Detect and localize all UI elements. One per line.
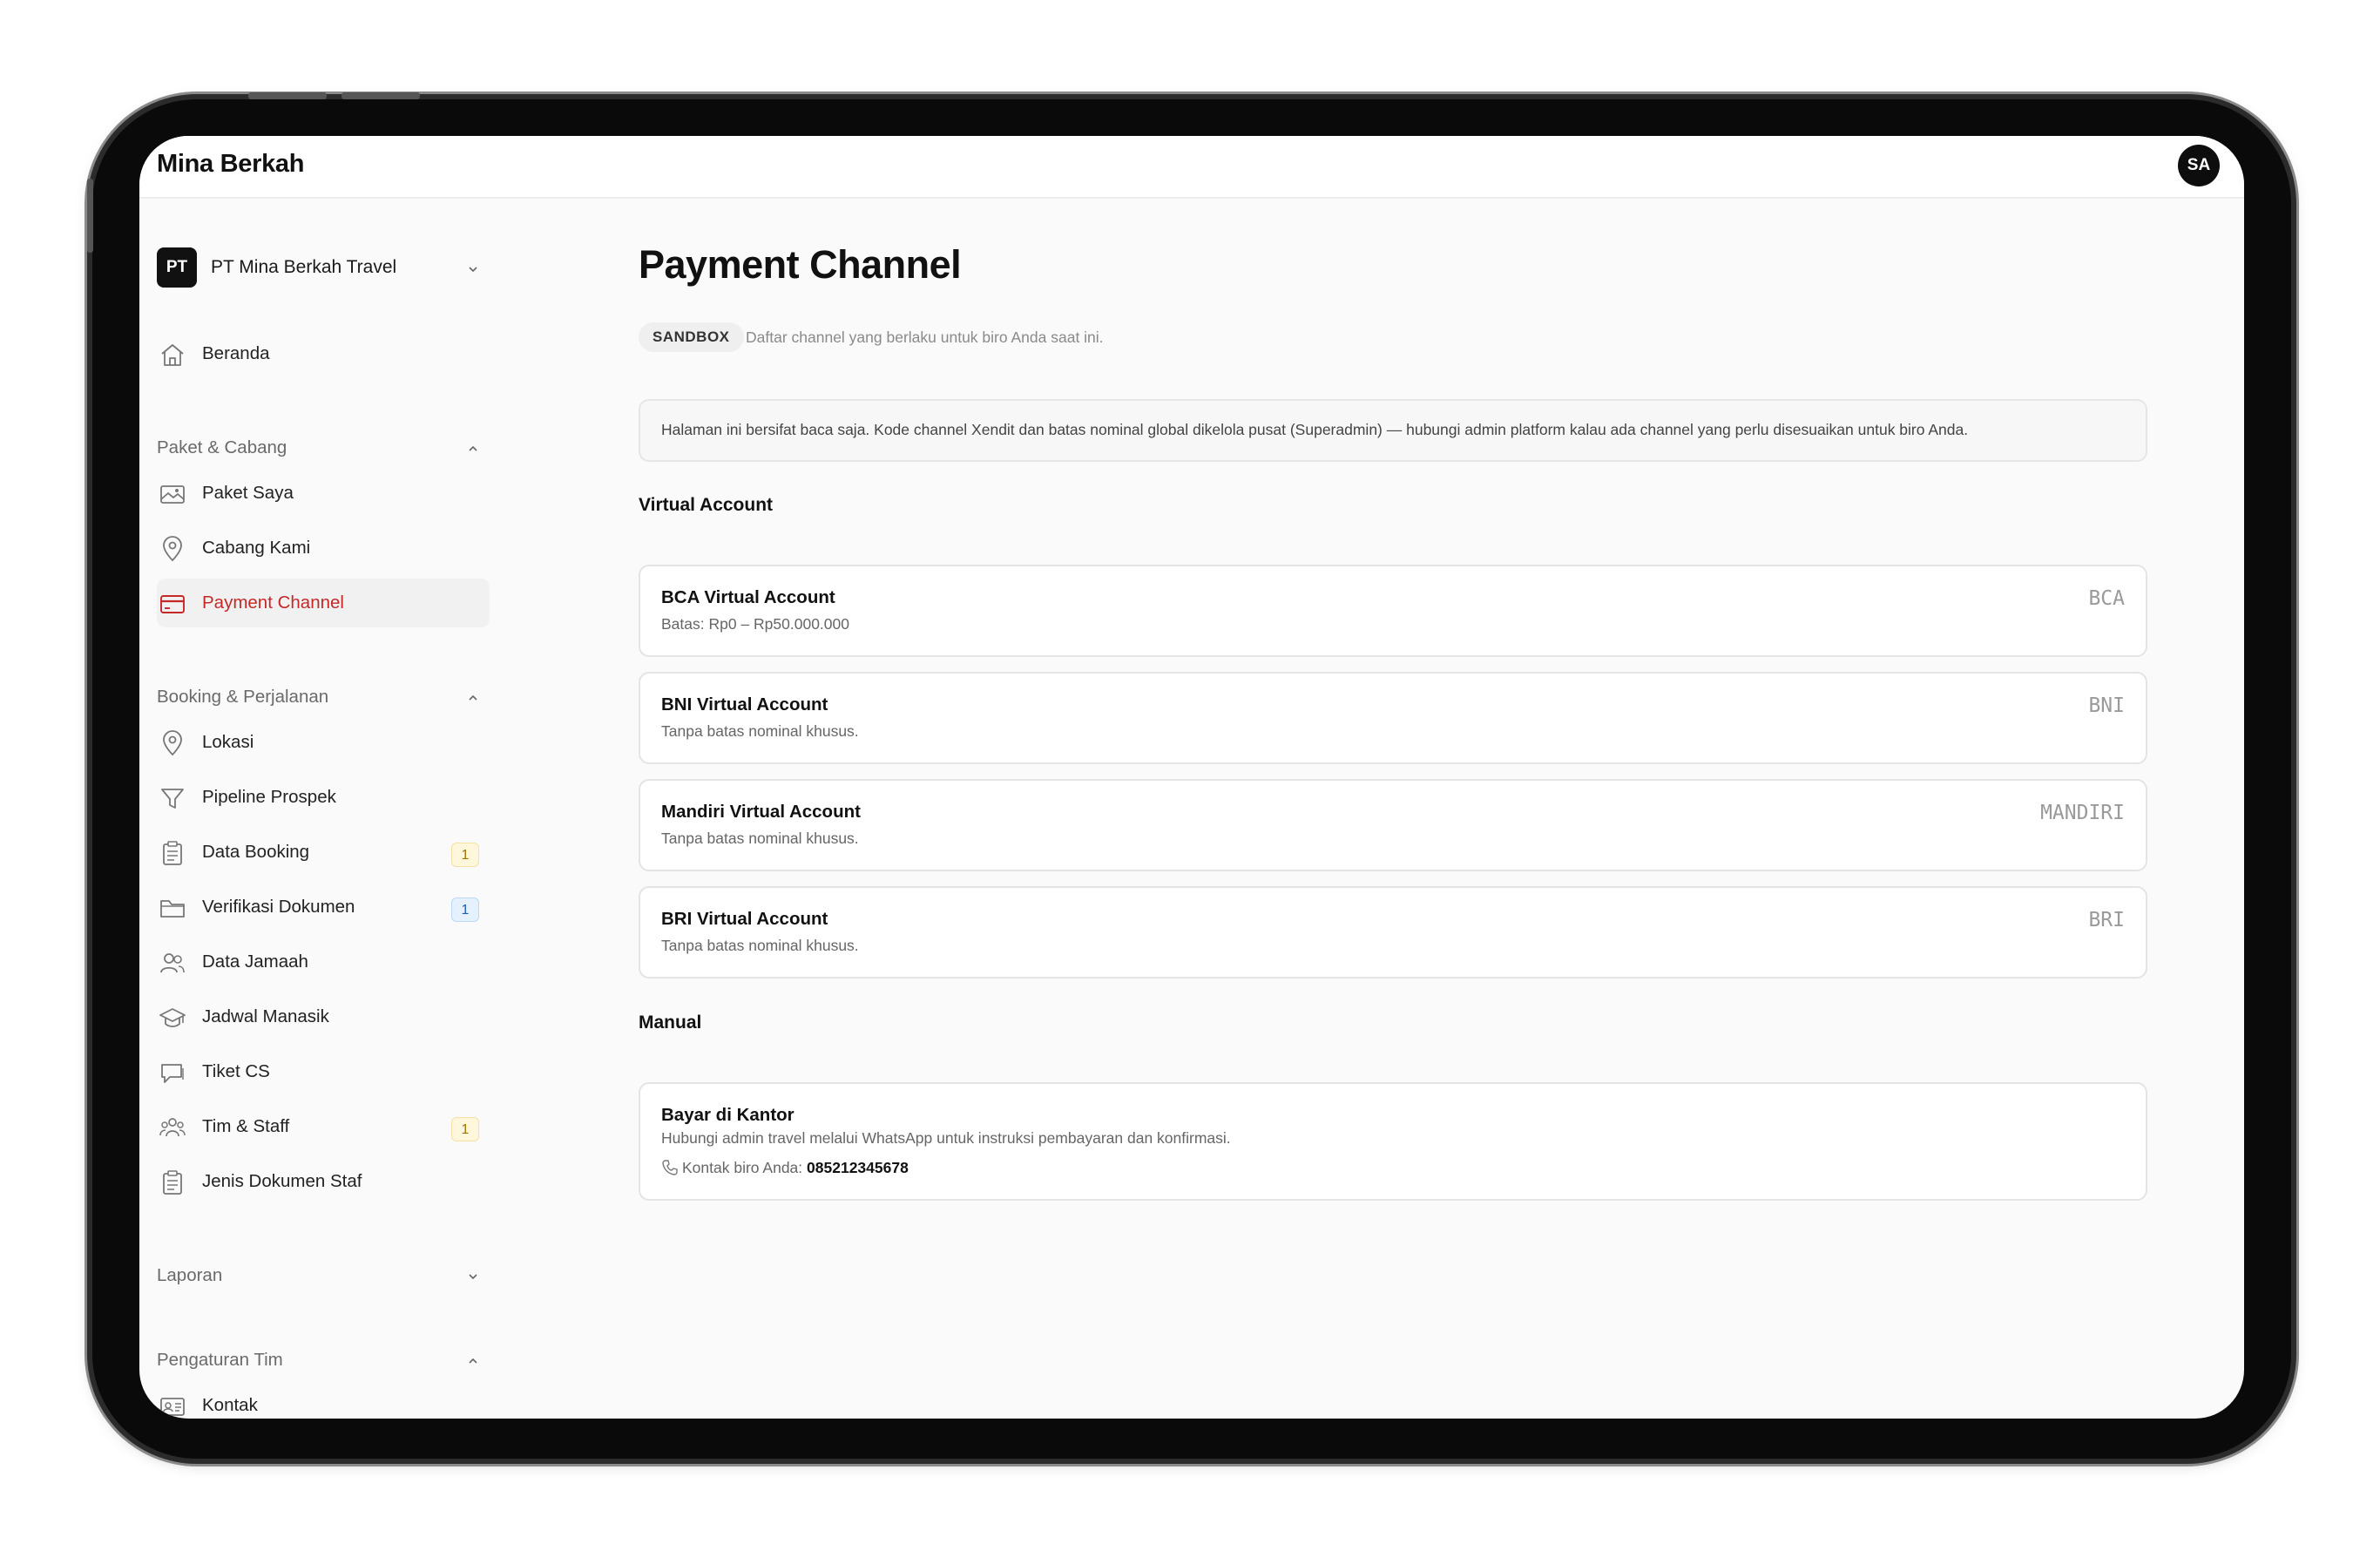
tablet-top-button	[248, 92, 327, 99]
tablet-top-button	[341, 92, 420, 99]
channel-code: BRI	[2088, 909, 2125, 931]
channel-code: MANDIRI	[2040, 802, 2125, 824]
virtual-account-heading: Virtual Account	[639, 495, 774, 515]
channel-name: Mandiri Virtual Account	[661, 802, 861, 822]
manual-heading: Manual	[639, 1013, 702, 1033]
contact-number[interactable]: 085212345678	[807, 1159, 909, 1176]
channel-limit: Batas: Rp0 – Rp50.000.000	[661, 615, 849, 633]
environment-badge: SANDBOX	[639, 322, 744, 352]
channel-limit: Tanpa batas nominal khusus.	[661, 830, 859, 847]
channel-card-bri: BRI Virtual Account Tanpa batas nominal …	[639, 886, 2147, 979]
channel-card-bni: BNI Virtual Account Tanpa batas nominal …	[639, 672, 2147, 764]
channel-card-bca: BCA Virtual Account Batas: Rp0 – Rp50.00…	[639, 565, 2147, 657]
contact-label: Kontak biro Anda:	[682, 1159, 803, 1176]
info-notice-text: Halaman ini bersifat baca saja. Kode cha…	[661, 421, 1969, 438]
app-brand[interactable]: Mina Berkah	[157, 145, 304, 183]
info-notice: Halaman ini bersifat baca saja. Kode cha…	[639, 399, 2147, 462]
user-avatar[interactable]: SA	[2178, 145, 2220, 186]
channel-card-manual: Bayar di Kantor Hubungi admin travel mel…	[639, 1082, 2147, 1201]
channel-card-mandiri: Mandiri Virtual Account Tanpa batas nomi…	[639, 779, 2147, 871]
channel-code: BCA	[2088, 587, 2125, 610]
channel-name: Bayar di Kantor	[661, 1105, 794, 1125]
app-screen: Mina Berkah SA PT PT Mina Berkah Travel …	[139, 136, 2244, 1419]
top-bar: Mina Berkah SA	[139, 136, 2244, 199]
tablet-side-button	[87, 179, 93, 253]
channel-code: BNI	[2088, 694, 2125, 717]
page-title: Payment Channel	[639, 242, 962, 287]
main-content: Payment Channel SANDBOX Daftar channel y…	[139, 199, 2244, 1419]
channel-limit: Tanpa batas nominal khusus.	[661, 937, 859, 954]
channel-name: BNI Virtual Account	[661, 694, 828, 715]
channel-name: BRI Virtual Account	[661, 909, 828, 929]
contact-line: Kontak biro Anda: 085212345678	[661, 1159, 909, 1177]
channel-limit: Tanpa batas nominal khusus.	[661, 722, 859, 740]
page-subtitle: Daftar channel yang berlaku untuk biro A…	[746, 328, 1104, 346]
channel-name: BCA Virtual Account	[661, 587, 835, 607]
channel-description: Hubungi admin travel melalui WhatsApp un…	[661, 1129, 1231, 1147]
phone-icon	[662, 1160, 678, 1175]
